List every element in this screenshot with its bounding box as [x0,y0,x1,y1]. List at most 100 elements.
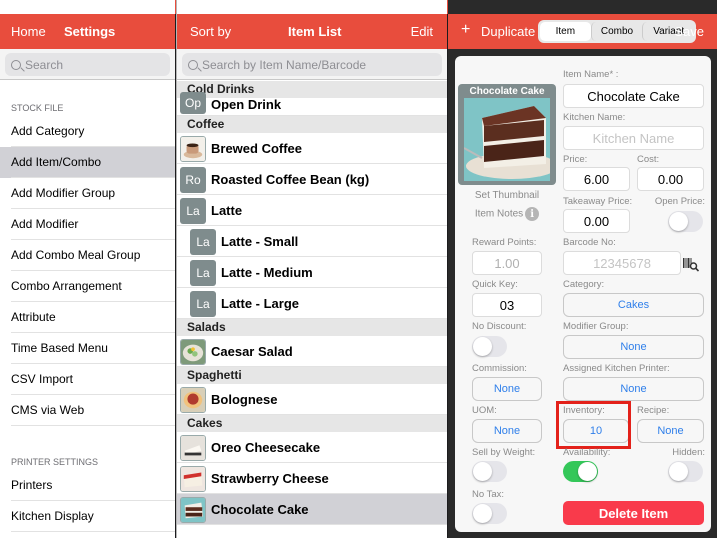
availability-label: Availability: [563,447,611,458]
takeaway-price-input[interactable]: 0.00 [563,209,630,233]
item-row[interactable]: Ro Roasted Coffee Bean (kg) [177,164,447,195]
item-row[interactable]: Op Open Drink [177,91,447,116]
modifier-group-label: Modifier Group: [563,321,629,332]
reward-points-input[interactable]: 1.00 [472,251,542,275]
settings-item-add-combo-meal-group[interactable]: Add Combo Meal Group [0,240,175,271]
open-price-toggle[interactable] [668,211,703,232]
settings-panel: Home Settings Search STOCK FILE Add Categ… [0,0,175,538]
item-notes-label: Item Notes [474,208,524,220]
barcode-scan-icon[interactable] [683,256,699,272]
search-icon [11,59,21,70]
detail-navbar: + Duplicate Item Combo Variant Save [448,14,717,49]
item-row[interactable]: La Latte - Large [177,288,447,319]
item-initials-thumbnail: La [180,197,206,224]
edit-button[interactable]: Edit [411,24,433,39]
barcode-label: Barcode No: [563,237,616,248]
item-name: Latte - Medium [221,265,313,280]
category-label: Category: [563,279,605,290]
item-name: Open Drink [211,96,282,112]
item-row[interactable]: Oreo Cheesecake [177,432,447,463]
category-header: Coffee [177,116,447,133]
item-row[interactable]: Brewed Coffee [177,133,447,164]
item-name: Latte - Small [221,234,299,249]
no-tax-label: No Tax: [472,489,505,500]
sell-by-weight-toggle[interactable] [472,461,507,482]
category-header: Salads [177,319,447,336]
item-search-input[interactable]: Search by Item Name/Barcode [182,53,442,76]
item-name: Bolognese [211,392,278,407]
settings-item-add-modifier-group[interactable]: Add Modifier Group [0,178,175,209]
barcode-input[interactable]: 12345678 [563,251,681,275]
settings-item-csv-import[interactable]: CSV Import [0,364,175,395]
settings-title: Settings [64,24,116,39]
category-select[interactable]: Cakes [563,293,704,317]
settings-item-time-based-menu[interactable]: Time Based Menu [0,333,175,364]
quick-key-input[interactable]: 03 [472,293,542,317]
item-row[interactable]: Caesar Salad [177,336,447,367]
settings-item-add-modifier[interactable]: Add Modifier [0,209,175,240]
hidden-toggle[interactable] [668,461,703,482]
chocolate-cake-thumbnail [180,496,206,523]
settings-item-add-item-combo[interactable]: Add Item/Combo [0,147,175,178]
kitchen-name-input[interactable]: Kitchen Name [563,126,704,150]
item-row[interactable]: Strawberry Cheese [177,463,447,494]
item-initials-thumbnail: La [190,228,216,255]
item-list-title: Item List [288,24,342,39]
item-notes-row[interactable]: Item Notes i [458,207,556,221]
delete-item-button[interactable]: Delete Item [563,501,704,525]
uom-label: UOM: [472,405,497,416]
save-button[interactable]: Save [674,24,704,39]
item-name: Latte [211,203,243,218]
item-name: Oreo Cheesecake [211,440,321,455]
item-row[interactable]: Chocolate Cake [177,494,447,525]
segment-item[interactable]: Item [540,22,591,41]
category-header: Cakes [177,415,447,432]
duplicate-button[interactable]: Duplicate [481,24,535,39]
availability-toggle[interactable] [563,461,598,482]
price-input[interactable]: 6.00 [563,167,630,191]
price-label: Price: [563,154,588,165]
cost-input[interactable]: 0.00 [637,167,704,191]
item-initials-thumbnail: Ro [180,166,206,193]
item-name-input[interactable]: Chocolate Cake [563,84,704,108]
item-row[interactable]: La Latte - Small [177,226,447,257]
salad-thumbnail [180,338,206,365]
item-thumbnail[interactable]: Chocolate Cake [458,84,556,185]
settings-searchbar: Search [0,49,175,80]
recipe-select[interactable]: None [637,419,704,443]
item-form: Chocolate Cake Set Thumbnail Item Notes i… [455,56,711,532]
settings-search-input[interactable]: Search [5,53,170,76]
set-thumbnail-button[interactable]: Set Thumbnail [458,190,556,201]
sort-by-button[interactable]: Sort by [190,24,231,39]
settings-item-printers[interactable]: Printers [0,470,175,501]
segment-combo[interactable]: Combo [590,22,643,41]
section-header: STOCK FILE [11,103,64,113]
settings-item-kitchen-display[interactable]: Kitchen Display [0,501,175,532]
no-discount-toggle[interactable] [472,336,507,357]
no-tax-toggle[interactable] [472,503,507,524]
open-price-label: Open Price: [654,196,705,207]
item-type-segmented-control: Item Combo Variant [538,20,696,43]
item-initials-thumbnail: Op [180,91,206,114]
sell-by-weight-label: Sell by Weight: [472,447,536,458]
item-row[interactable]: La Latte [177,195,447,226]
category-header: Spaghetti [177,367,447,384]
item-list-navbar: Sort by Item List Edit [177,14,447,49]
settings-item-attribute[interactable]: Attribute [0,302,175,333]
settings-item-add-category[interactable]: Add Category [0,116,175,147]
info-icon[interactable]: i [525,207,540,221]
item-row[interactable]: Bolognese [177,384,447,415]
uom-select[interactable]: None [472,419,542,443]
search-placeholder: Search [25,57,64,72]
commission-select[interactable]: None [472,377,542,401]
item-initials-thumbnail: La [190,290,216,317]
home-button[interactable]: Home [11,24,46,39]
plus-icon[interactable]: + [461,21,470,39]
settings-item-combo-arrangement[interactable]: Combo Arrangement [0,271,175,302]
modifier-group-select[interactable]: None [563,335,704,359]
item-row[interactable]: La Latte - Medium [177,257,447,288]
commission-label: Commission: [472,363,527,374]
settings-item-cms-via-web[interactable]: CMS via Web [0,395,175,426]
kitchen-printer-select[interactable]: None [563,377,704,401]
